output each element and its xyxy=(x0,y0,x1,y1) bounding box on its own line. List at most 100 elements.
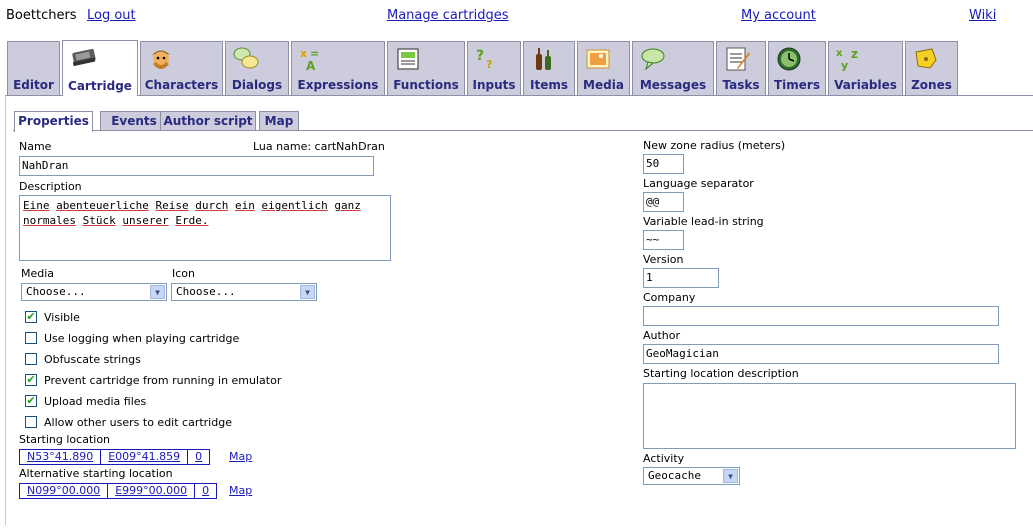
username: Boettchers xyxy=(6,8,77,23)
author-input[interactable]: GeoMagician xyxy=(643,344,999,364)
checkbox-label: Upload media files xyxy=(44,395,147,408)
tab-label: Cartridge xyxy=(68,79,132,93)
subtab-events[interactable]: Events xyxy=(100,111,168,131)
svg-text:y: y xyxy=(841,59,848,72)
zones-icon xyxy=(915,48,937,69)
functions-icon xyxy=(397,48,419,70)
alt-lat-link[interactable]: N099°00.000 xyxy=(20,484,109,498)
alt-alt-link[interactable]: 0 xyxy=(195,484,216,498)
description-word: eigentlich xyxy=(261,199,328,212)
description-word: abenteuerliche xyxy=(56,199,149,212)
starting-alt-link[interactable]: 0 xyxy=(188,450,209,464)
tab-media[interactable]: Media xyxy=(577,41,630,95)
checkbox-box[interactable]: ✔ xyxy=(25,374,37,386)
name-input[interactable]: NahDran xyxy=(19,156,374,176)
description-word: unserer xyxy=(122,214,169,227)
chevron-down-icon[interactable]: ▼ xyxy=(300,285,315,299)
media-label: Media xyxy=(21,267,55,280)
tab-messages[interactable]: Messages xyxy=(632,41,714,95)
alt-starting-location-coords: N099°00.000 E999°00.000 0 xyxy=(19,483,218,499)
icon-select-value: Choose... xyxy=(176,285,236,298)
subtab-map[interactable]: Map xyxy=(259,111,299,131)
tab-inputs[interactable]: ? ? Inputs xyxy=(467,41,521,95)
messages-icon xyxy=(641,48,665,71)
svg-text:A: A xyxy=(306,59,316,72)
description-line-1: Eine abenteuerliche Reise durch ein eige… xyxy=(23,198,387,213)
description-word: Eine xyxy=(23,199,50,212)
tab-label: Timers xyxy=(773,78,820,92)
top-bar: Boettchers Log out Manage cartridges My … xyxy=(0,0,1033,32)
description-line-2: normales Stück unserer Erde. xyxy=(23,213,387,228)
checkbox-box[interactable] xyxy=(25,416,37,428)
language-separator-input[interactable]: @@ xyxy=(643,192,684,212)
author-label: Author xyxy=(643,329,681,342)
alt-map-link[interactable]: Map xyxy=(229,484,252,497)
tab-label: Media xyxy=(583,78,624,92)
starting-lon-link[interactable]: E009°41.859 xyxy=(101,450,189,464)
description-textarea[interactable]: Eine abenteuerliche Reise durch ein eige… xyxy=(19,195,391,261)
language-separator-label: Language separator xyxy=(643,177,754,190)
tab-tasks[interactable]: Tasks xyxy=(716,41,766,95)
checkbox-box[interactable]: ✔ xyxy=(25,395,37,407)
variable-leadin-input[interactable]: ~~ xyxy=(643,230,684,250)
tab-dialogs[interactable]: Dialogs xyxy=(225,41,289,95)
checkbox-label: Use logging when playing cartridge xyxy=(44,332,240,345)
tab-label: Tasks xyxy=(722,78,760,92)
media-icon xyxy=(586,49,610,69)
tab-label: Messages xyxy=(639,78,707,92)
variables-icon: x z y xyxy=(836,47,858,72)
zone-radius-input[interactable]: 50 xyxy=(643,154,684,174)
checkbox-box[interactable]: ✔ xyxy=(25,311,37,323)
description-label: Description xyxy=(19,180,82,193)
tab-characters[interactable]: Characters xyxy=(140,41,223,95)
checkbox-box[interactable] xyxy=(25,353,37,365)
version-input[interactable]: 1 xyxy=(643,268,719,288)
start-description-textarea[interactable] xyxy=(643,383,1016,449)
variable-leadin-label: Variable lead-in string xyxy=(643,215,764,228)
logout-link[interactable]: Log out xyxy=(87,8,136,23)
tab-items[interactable]: Items xyxy=(523,41,575,95)
tab-label: Items xyxy=(530,78,568,92)
tab-cartridge[interactable]: Cartridge xyxy=(62,40,138,96)
starting-map-link[interactable]: Map xyxy=(229,450,252,463)
subtab-author-script[interactable]: Author script xyxy=(160,111,256,131)
tab-label: Functions xyxy=(393,78,459,92)
icon-select[interactable]: Choose... ▼ xyxy=(171,283,317,301)
checkbox-label: Obfuscate strings xyxy=(44,353,141,366)
company-input[interactable] xyxy=(643,306,999,326)
tab-label: Editor xyxy=(13,78,54,92)
description-word: normales xyxy=(23,214,76,227)
tab-expressions[interactable]: x = A Expressions xyxy=(291,41,385,95)
tab-timers[interactable]: Timers xyxy=(768,41,826,95)
tab-zones[interactable]: Zones xyxy=(905,41,958,95)
name-label: Name xyxy=(19,140,52,153)
tab-functions[interactable]: Functions xyxy=(387,41,465,95)
manage-cartridges-link[interactable]: Manage cartridges xyxy=(387,8,509,23)
tab-editor[interactable]: Editor xyxy=(7,41,60,95)
chevron-down-icon[interactable]: ▼ xyxy=(723,469,738,483)
activity-label: Activity xyxy=(643,452,685,465)
tasks-icon xyxy=(726,47,750,71)
checkbox-box[interactable] xyxy=(25,332,37,344)
start-description-label: Starting location description xyxy=(643,367,799,380)
alt-lon-link[interactable]: E999°00.000 xyxy=(108,484,196,498)
description-word: ganz xyxy=(334,199,361,212)
tab-variables[interactable]: x z y Variables xyxy=(828,41,903,95)
items-icon xyxy=(536,48,551,70)
media-select[interactable]: Choose... ▼ xyxy=(21,283,167,301)
chevron-down-icon[interactable]: ▼ xyxy=(150,285,165,299)
tab-label: Dialogs xyxy=(231,78,283,92)
alt-starting-location-label: Alternative starting location xyxy=(19,467,173,480)
my-account-link[interactable]: My account xyxy=(741,8,816,23)
media-select-value: Choose... xyxy=(26,285,86,298)
tab-label: Zones xyxy=(911,78,952,92)
starting-lat-link[interactable]: N53°41.890 xyxy=(20,450,102,464)
characters-icon xyxy=(152,50,170,69)
tab-label: Inputs xyxy=(472,78,516,92)
checkbox-label: Visible xyxy=(44,311,80,324)
activity-select[interactable]: Geocache ▼ xyxy=(643,467,740,485)
zone-radius-label: New zone radius (meters) xyxy=(643,139,786,152)
inputs-icon: ? ? xyxy=(476,48,492,71)
subtab-properties[interactable]: Properties xyxy=(14,111,93,132)
wiki-link[interactable]: Wiki xyxy=(969,8,996,23)
